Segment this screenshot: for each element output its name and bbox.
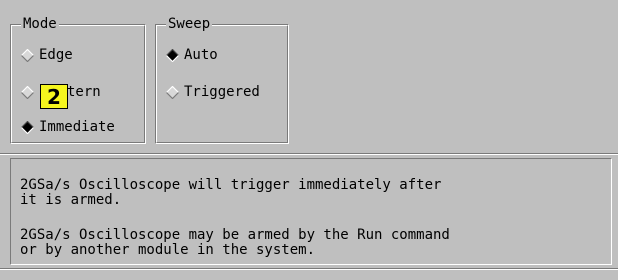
help-text-line: 2GSa/s Oscilloscope may be armed by the … bbox=[20, 227, 450, 243]
sweep-option-label: Triggered bbox=[184, 84, 260, 100]
help-text-line: 2GSa/s Oscilloscope will trigger immedia… bbox=[20, 177, 442, 193]
radio-selected-icon bbox=[166, 48, 179, 62]
help-text-line: or by another module in the system. bbox=[20, 242, 316, 258]
radio-unselected-icon bbox=[21, 48, 34, 62]
sweep-option-triggered[interactable]: Triggered bbox=[166, 84, 260, 100]
mode-option-edge[interactable]: Edge bbox=[21, 47, 73, 63]
callout-badge: 2 bbox=[40, 84, 68, 109]
mode-group: Mode Edge tern Immediate bbox=[10, 16, 146, 144]
mode-option-label: Immediate bbox=[39, 119, 115, 135]
sweep-legend: Sweep bbox=[166, 16, 213, 32]
mode-option-label: tern bbox=[67, 84, 101, 100]
sweep-option-label: Auto bbox=[184, 47, 218, 63]
radio-unselected-icon bbox=[166, 85, 179, 99]
radio-selected-icon bbox=[21, 120, 34, 134]
mode-option-label: Edge bbox=[39, 47, 73, 63]
mode-legend: Mode bbox=[21, 16, 59, 32]
mode-option-immediate[interactable]: Immediate bbox=[21, 119, 115, 135]
bottom-divider bbox=[0, 268, 618, 270]
sweep-option-auto[interactable]: Auto bbox=[166, 47, 218, 63]
help-text-line: it is armed. bbox=[20, 192, 122, 208]
sweep-group: Sweep Auto Triggered bbox=[155, 16, 289, 144]
radio-unselected-icon bbox=[21, 85, 34, 99]
divider bbox=[0, 153, 618, 155]
